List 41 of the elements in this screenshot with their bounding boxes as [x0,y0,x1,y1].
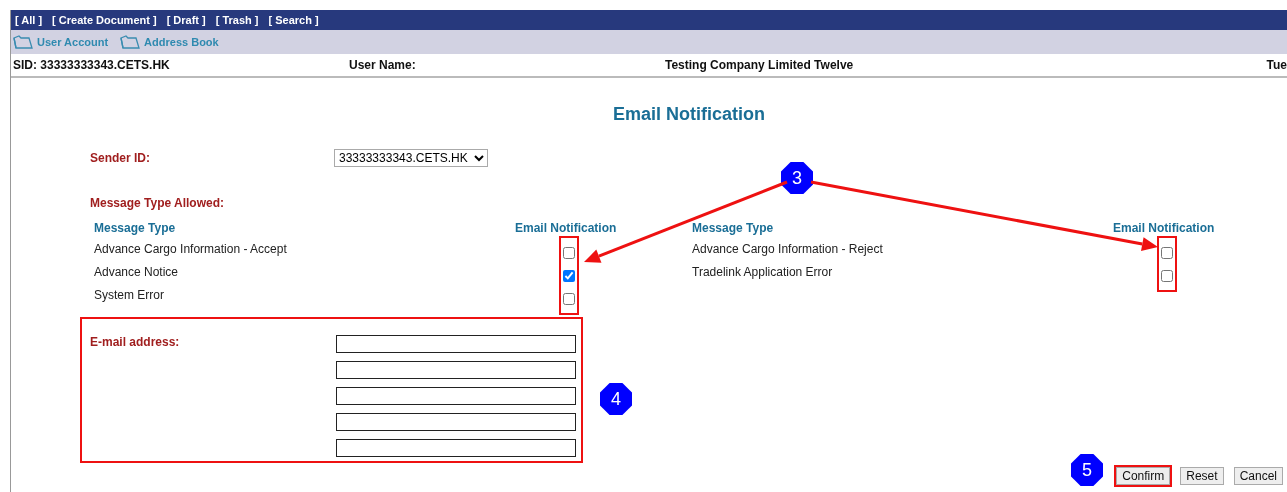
menu-link[interactable]: [ Create Document ] [52,14,157,26]
checkbox[interactable] [562,292,575,305]
menu-link[interactable]: [ Trash ] [215,14,259,26]
checkbox[interactable] [1160,269,1173,282]
menu-link[interactable]: [ All ] [15,14,43,26]
message-type-name: Advance Notice [94,264,180,281]
input-field[interactable] [336,439,576,457]
user-name-label: User Name: [349,58,417,72]
column-header: Email Notification [1113,221,1216,235]
input-field[interactable] [336,335,576,353]
checkbox[interactable] [1160,246,1173,259]
message-type-name: System Error [94,287,165,304]
section-label: Message Type Allowed: [90,196,226,212]
input-field[interactable] [336,413,576,431]
menu-link[interactable]: [ Search ] [268,14,319,26]
folder-icon [120,35,141,49]
column-header: Message Type [94,221,177,235]
input-field[interactable] [336,387,576,405]
email-label: E-mail address: [90,335,181,351]
message-type-name: Tradelink Application Error [692,264,834,281]
reset-button[interactable]: Reset [1180,467,1224,485]
sid-text: SID: 33333333343.CETS.HK [13,58,171,72]
step-badge: 4 [600,383,632,415]
company-name: Testing Company Limited Twelve [665,58,855,72]
folder-icon [13,35,33,49]
confirm-button[interactable]: Confirm [1116,467,1171,485]
page-title: Email Notification [612,104,766,126]
step-badge: 5 [1071,454,1103,486]
checkbox[interactable] [562,246,575,259]
step-badge: 3 [781,162,813,194]
date-text: Tue [1266,58,1287,72]
message-type-name: Advance Cargo Information - Accept [94,241,288,258]
menu-link[interactable]: [ Draft ] [166,14,206,26]
sender-id-label: Sender ID: [90,151,151,165]
column-header: Message Type [692,221,775,235]
input-field[interactable] [336,361,576,379]
message-type-name: Advance Cargo Information - Reject [692,241,884,258]
cancel-button[interactable]: Cancel [1233,467,1283,485]
sender-id-dropdown[interactable]: 33333333343.CETS.HK [334,149,488,167]
column-header: Email Notification [515,221,618,235]
checkbox[interactable] [562,269,575,282]
